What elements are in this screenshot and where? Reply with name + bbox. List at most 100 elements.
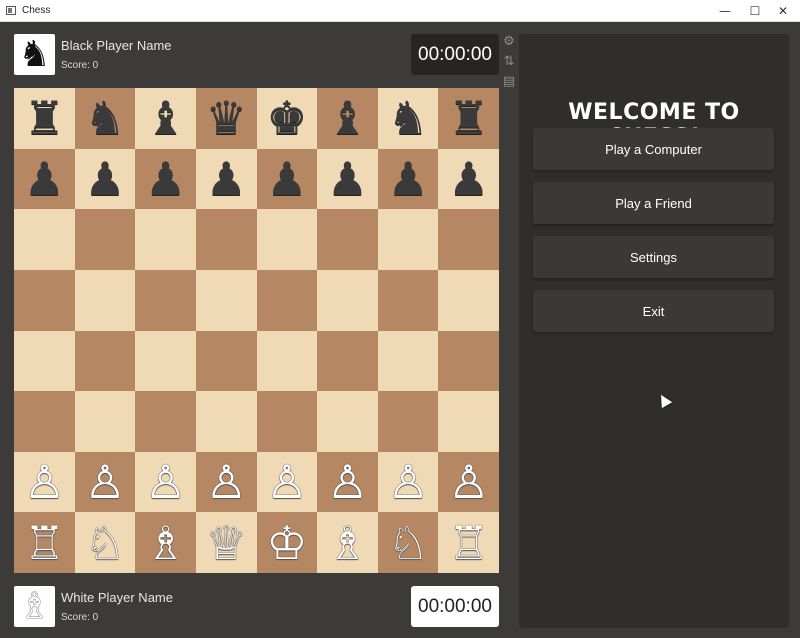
square-b2[interactable]: ♙ [74,451,136,513]
square-g8[interactable]: ♞ [377,88,439,149]
square-f2[interactable]: ♙ [317,451,378,513]
black-piece-icon[interactable]: ♛ [206,95,247,141]
black-piece-icon[interactable]: ♜ [448,95,489,141]
square-h7[interactable]: ♟ [438,148,499,210]
square-b6[interactable] [74,209,136,270]
square-f6[interactable] [317,209,378,270]
square-b8[interactable]: ♞ [74,88,136,149]
square-d3[interactable] [195,391,257,452]
white-piece-icon[interactable]: ♖ [448,520,489,566]
square-e2[interactable]: ♙ [256,451,318,513]
play-computer-button[interactable]: Play a Computer [533,128,774,170]
square-g1[interactable]: ♘ [377,512,439,573]
square-d8[interactable]: ♛ [195,88,257,149]
white-piece-icon[interactable]: ♙ [266,459,307,505]
black-piece-icon[interactable]: ♟ [387,156,428,202]
close-button[interactable]: ✕ [764,0,800,22]
square-g2[interactable]: ♙ [377,451,439,513]
play-friend-button[interactable]: Play a Friend [533,182,774,224]
square-e6[interactable] [256,209,318,270]
square-a6[interactable] [14,209,75,270]
white-piece-icon[interactable]: ♕ [206,520,247,566]
square-f4[interactable] [317,330,378,392]
chess-board[interactable]: ♜ ♞ ♝ ♛ ♚ ♝ ♞ ♜ ♟ ♟ ♟ ♟ ♟ ♟ ♟ ♟ ♙ ♙ ♙ ♙ ♙ ♙ ♙ ♙ ♖ ♘ ♗ ♕ ♔ ♗ ♘ ♖ [14,88,499,573]
save-icon[interactable]: ▤ [502,74,516,89]
white-piece-icon[interactable]: ♙ [145,459,186,505]
black-piece-icon[interactable]: ♟ [145,156,186,202]
square-f3[interactable] [317,391,378,452]
black-piece-icon[interactable]: ♟ [448,156,489,202]
black-piece-icon[interactable]: ♟ [206,156,247,202]
settings-button[interactable]: Settings [533,236,774,278]
square-h6[interactable] [438,209,499,270]
white-piece-icon[interactable]: ♖ [24,520,65,566]
square-e8[interactable]: ♚ [256,88,318,149]
black-piece-icon[interactable]: ♝ [327,95,368,141]
square-a8[interactable]: ♜ [14,88,75,149]
black-piece-icon[interactable]: ♝ [145,95,186,141]
square-d7[interactable]: ♟ [195,148,257,210]
square-a1[interactable]: ♖ [14,512,75,573]
square-f7[interactable]: ♟ [317,148,378,210]
square-f8[interactable]: ♝ [317,88,378,149]
square-d5[interactable] [195,269,257,331]
black-piece-icon[interactable]: ♞ [84,95,125,141]
square-g4[interactable] [377,330,439,392]
white-piece-icon[interactable]: ♙ [24,459,65,505]
square-c3[interactable] [135,391,196,452]
square-a4[interactable] [14,330,75,392]
square-e1[interactable]: ♔ [256,512,318,573]
square-h3[interactable] [438,391,499,452]
square-e7[interactable]: ♟ [256,148,318,210]
square-e3[interactable] [256,391,318,452]
square-d4[interactable] [195,330,257,392]
square-a2[interactable]: ♙ [14,451,75,513]
square-h5[interactable] [438,269,499,331]
white-piece-icon[interactable]: ♘ [84,520,125,566]
exit-button[interactable]: Exit [533,290,774,332]
white-piece-icon[interactable]: ♘ [387,520,428,566]
square-c1[interactable]: ♗ [135,512,196,573]
square-b1[interactable]: ♘ [74,512,136,573]
black-piece-icon[interactable]: ♜ [24,95,65,141]
square-h8[interactable]: ♜ [438,88,499,149]
square-c6[interactable] [135,209,196,270]
white-piece-icon[interactable]: ♙ [206,459,247,505]
square-f5[interactable] [317,269,378,331]
black-piece-icon[interactable]: ♟ [84,156,125,202]
square-h4[interactable] [438,330,499,392]
square-g5[interactable] [377,269,439,331]
white-piece-icon[interactable]: ♔ [266,520,307,566]
square-d1[interactable]: ♕ [195,512,257,573]
white-piece-icon[interactable]: ♙ [84,459,125,505]
square-a5[interactable] [14,269,75,331]
square-d2[interactable]: ♙ [195,451,257,513]
square-b4[interactable] [74,330,136,392]
square-d6[interactable] [195,209,257,270]
square-h1[interactable]: ♖ [438,512,499,573]
square-c4[interactable] [135,330,196,392]
square-c8[interactable]: ♝ [135,88,196,149]
white-piece-icon[interactable]: ♗ [327,520,368,566]
white-piece-icon[interactable]: ♙ [327,459,368,505]
square-h2[interactable]: ♙ [438,451,499,513]
black-piece-icon[interactable]: ♞ [387,95,428,141]
square-e5[interactable] [256,269,318,331]
square-b3[interactable] [74,391,136,452]
square-g3[interactable] [377,391,439,452]
black-piece-icon[interactable]: ♟ [24,156,65,202]
square-e4[interactable] [256,330,318,392]
white-piece-icon[interactable]: ♙ [387,459,428,505]
square-c2[interactable]: ♙ [135,451,196,513]
black-piece-icon[interactable]: ♟ [266,156,307,202]
square-f1[interactable]: ♗ [317,512,378,573]
settings-gear-icon[interactable]: ⚙ [502,34,516,49]
square-b7[interactable]: ♟ [74,148,136,210]
square-c5[interactable] [135,269,196,331]
white-piece-icon[interactable]: ♙ [448,459,489,505]
flip-board-icon[interactable]: ⇅ [502,54,516,69]
square-g6[interactable] [377,209,439,270]
black-piece-icon[interactable]: ♚ [266,95,307,141]
black-piece-icon[interactable]: ♟ [327,156,368,202]
square-b5[interactable] [74,269,136,331]
